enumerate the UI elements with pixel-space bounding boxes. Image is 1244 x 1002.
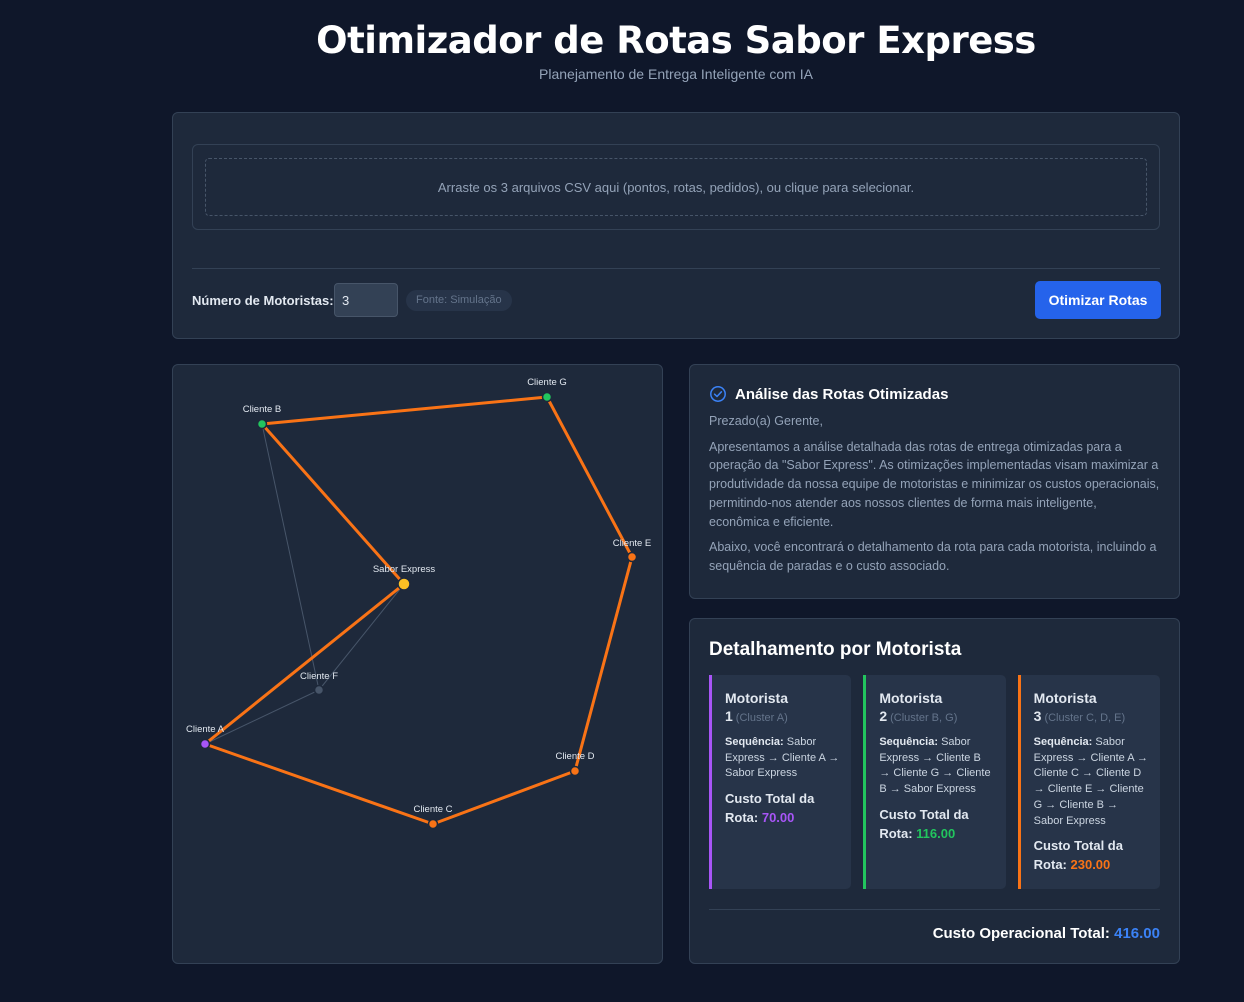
route-edge-D-E [573,555,634,773]
analysis-paragraph-2: Abaixo, você encontrará o detalhamento d… [709,540,1157,573]
route-edge-C-D [431,769,577,826]
route-map-panel: Cliente G Cliente B Cliente E Sabor Express… [172,364,663,964]
page-subtitle: Planejamento de Entrega Inteligente com … [539,66,813,82]
map-node-se[interactable] [397,577,411,591]
map-node-label: Cliente D [555,751,594,762]
map-node-a[interactable] [199,738,211,750]
driver-cost-value: 70.00 [761,810,795,826]
map-node-label: Cliente E [613,538,652,549]
driver-number: 2 [879,708,888,724]
check-circle-icon [710,386,726,402]
map-node-d[interactable] [569,765,581,777]
optimize-routes-button[interactable]: Otimizar Rotas [1035,281,1161,319]
total-divider [709,909,1160,910]
dropzone-container: Arraste os 3 arquivos CSV aqui (pontos, … [192,144,1160,230]
route-edge-SE-A [203,582,406,746]
map-node-label: Cliente B [243,404,282,415]
map-node-label: Cliente F [300,671,338,682]
driver-cost: Custo Total da Rota: 116.00 [879,806,969,841]
page-title: Otimizador de Rotas Sabor Express [316,19,1036,62]
driver-number: 1 [725,708,733,724]
driver-sequence: Sequência: Sabor Express → Cliente A → S… [725,736,840,780]
map-node-label: Sabor Express [373,564,436,575]
analysis-greeting: Prezado(a) Gerente, [709,414,823,428]
driver-sequence: Sequência: Sabor Express → Cliente B → C… [879,736,991,796]
total-cost: Custo Operacional Total: 416.00 [709,925,1160,942]
drivers-count-input[interactable] [334,283,398,317]
map-node-label: Cliente A [186,724,225,735]
driver-name: Motorista [725,690,788,706]
analysis-paragraph-1: Apresentamos a análise detalhada das rot… [709,439,1160,529]
total-cost-label: Custo Operacional Total: [932,925,1110,942]
map-node-c[interactable] [427,818,439,830]
driver-card-3: Motorista 3 (Cluster C, D, E) Sequência: … [1017,675,1160,889]
driver-cards: Motorista 1 (Cluster A) Sequência: Sabor … [709,675,1160,889]
driver-number: 3 [1033,708,1042,724]
map-node-b[interactable] [256,418,268,430]
source-badge: Fonte: Simulação [406,290,512,311]
map-node-f[interactable] [313,684,325,696]
driver-detail-panel: Detalhamento por Motorista Motorista 1 (C… [689,618,1180,964]
dropzone-text: Arraste os 3 arquivos CSV aqui (pontos, … [437,179,915,195]
map-node-e[interactable] [626,551,638,563]
driver-cost-value: 230.00 [1070,857,1111,873]
drivers-label: Número de Motoristas: [192,293,334,308]
csv-dropzone[interactable]: Arraste os 3 arquivos CSV aqui (pontos, … [205,158,1147,216]
driver-cost: Custo Total da Rota: 70.00 [725,791,815,826]
map-node-label: Cliente C [413,804,452,815]
driver-cluster: (Cluster A) [735,712,788,724]
driver-cost: Custo Total da Rota: 230.00 [1033,838,1123,873]
driver-sequence: Sequência: Sabor Express → Cliente A → C… [1033,736,1148,827]
inactive-edge-B-F [261,423,320,691]
driver-card-1: Motorista 1 (Cluster A) Sequência: Sabor … [709,675,852,889]
route-edge-E-G [545,395,634,559]
page-header: Otimizador de Rotas Sabor Express Planej… [0,18,1244,82]
map-node-g[interactable] [541,391,553,403]
driver-cluster: (Cluster C, D, E) [1044,712,1126,724]
total-cost-value: 416.00 [1114,925,1160,942]
driver-cluster: (Cluster B, G) [890,712,958,724]
map-node-label: Cliente G [527,377,567,388]
analysis-title: Análise das Rotas Otimizadas [735,385,949,403]
driver-card-2: Motorista 2 (Cluster B, G) Sequência: Sab… [863,675,1006,889]
route-map: Cliente G Cliente B Cliente E Sabor Express… [186,377,652,830]
route-edge-G-B [260,395,549,426]
analysis-panel: Análise das Rotas Otimizadas Prezado(a) … [689,364,1180,599]
driver-name: Motorista [1033,690,1097,706]
driver-name: Motorista [879,690,943,706]
detail-title: Detalhamento por Motorista [709,639,962,660]
driver-cost-value: 116.00 [916,825,956,841]
upload-divider [192,268,1160,269]
route-edge-A-C [203,742,435,826]
upload-panel: Arraste os 3 arquivos CSV aqui (pontos, … [172,112,1180,339]
route-edge-B-SE [260,422,406,586]
